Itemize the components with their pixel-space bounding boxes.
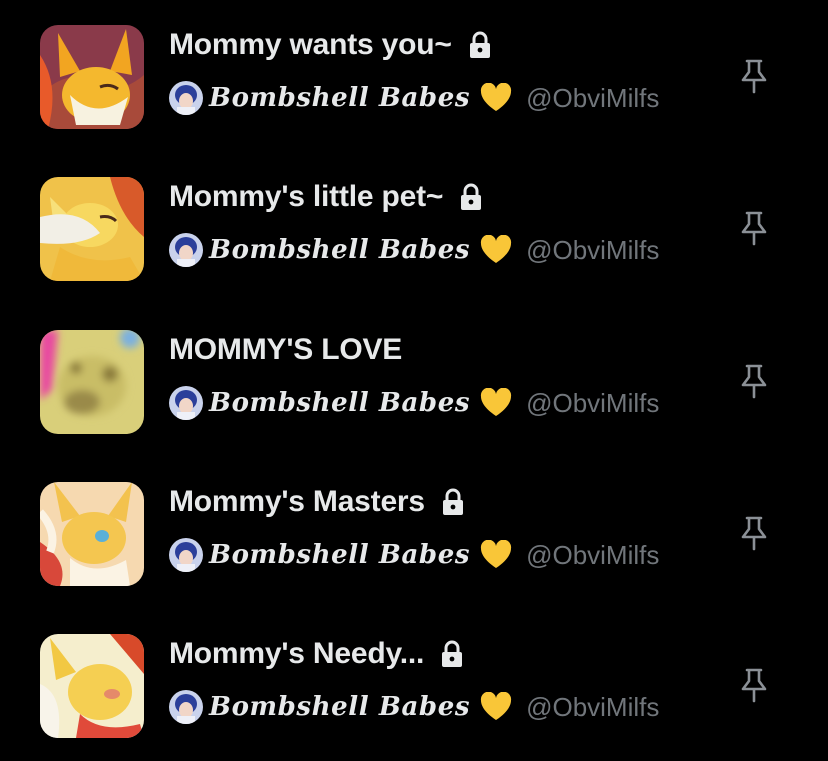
list-owner-line: 𝑩𝒐𝒎𝒃𝒔𝒉𝒆𝒍𝒍 𝑩𝒂𝒃𝒆𝒔 @ObviMilfs (169, 385, 659, 421)
avatar[interactable] (169, 386, 203, 420)
list-thumbnail (40, 482, 144, 586)
list-owner-line: 𝑩𝒐𝒎𝒃𝒔𝒉𝒆𝒍𝒍 𝑩𝒂𝒃𝒆𝒔 @ObviMilfs (169, 689, 659, 725)
owner-name[interactable]: 𝑩𝒐𝒎𝒃𝒔𝒉𝒆𝒍𝒍 𝑩𝒂𝒃𝒆𝒔 (209, 540, 470, 570)
yellow-heart-icon (481, 692, 512, 720)
owner-name[interactable]: 𝑩𝒐𝒎𝒃𝒔𝒉𝒆𝒍𝒍 𝑩𝒂𝒃𝒆𝒔 (209, 83, 470, 113)
list-owner-line: 𝑩𝒐𝒎𝒃𝒔𝒉𝒆𝒍𝒍 𝑩𝒂𝒃𝒆𝒔 @ObviMilfs (169, 232, 659, 268)
list-thumbnail (40, 634, 144, 738)
owner-handle[interactable]: @ObviMilfs (526, 235, 659, 266)
yellow-heart-icon (481, 388, 512, 416)
list-owner-line: 𝑩𝒐𝒎𝒃𝒔𝒉𝒆𝒍𝒍 𝑩𝒂𝒃𝒆𝒔 @ObviMilfs (169, 537, 659, 573)
yellow-heart-icon (481, 540, 512, 568)
list-title[interactable]: MOMMY'S LOVE (169, 333, 402, 367)
list-thumbnail (40, 330, 144, 434)
avatar[interactable] (169, 233, 203, 267)
list-title-line: MOMMY'S LOVE (169, 331, 402, 369)
lock-icon (442, 640, 463, 667)
owner-handle[interactable]: @ObviMilfs (526, 540, 659, 571)
list-item[interactable]: Mommy wants you~ 𝑩𝒐𝒎𝒃𝒔𝒉𝒆𝒍𝒍 𝑩𝒂𝒃𝒆𝒔 @ObviMi… (0, 0, 828, 152)
lock-icon (469, 31, 490, 58)
list-title[interactable]: Mommy's Needy... (169, 637, 424, 671)
owner-name[interactable]: 𝑩𝒐𝒎𝒃𝒔𝒉𝒆𝒍𝒍 𝑩𝒂𝒃𝒆𝒔 (209, 388, 470, 418)
list-item[interactable]: MOMMY'S LOVE 𝑩𝒐𝒎𝒃𝒔𝒉𝒆𝒍𝒍 𝑩𝒂𝒃𝒆𝒔 @ObviMilfs (0, 305, 828, 457)
list-title-line: Mommy's little pet~ (169, 178, 483, 216)
avatar[interactable] (169, 690, 203, 724)
owner-handle[interactable]: @ObviMilfs (526, 692, 659, 723)
pin-icon[interactable] (738, 515, 770, 551)
yellow-heart-icon (481, 83, 512, 111)
list-thumbnail (40, 177, 144, 281)
list-item[interactable]: Mommy's Needy... 𝑩𝒐𝒎𝒃𝒔𝒉𝒆𝒍𝒍 𝑩𝒂𝒃𝒆𝒔 @ObviMi… (0, 609, 828, 761)
lock-icon (442, 488, 463, 515)
pin-icon[interactable] (738, 667, 770, 703)
owner-name[interactable]: 𝑩𝒐𝒎𝒃𝒔𝒉𝒆𝒍𝒍 𝑩𝒂𝒃𝒆𝒔 (209, 692, 470, 722)
list-item[interactable]: Mommy's Masters 𝑩𝒐𝒎𝒃𝒔𝒉𝒆𝒍𝒍 𝑩𝒂𝒃𝒆𝒔 @ObviMil… (0, 457, 828, 609)
owner-handle[interactable]: @ObviMilfs (526, 388, 659, 419)
avatar[interactable] (169, 538, 203, 572)
list-title[interactable]: Mommy's Masters (169, 485, 425, 519)
owner-name[interactable]: 𝑩𝒐𝒎𝒃𝒔𝒉𝒆𝒍𝒍 𝑩𝒂𝒃𝒆𝒔 (209, 235, 470, 265)
pin-icon[interactable] (738, 58, 770, 94)
list-title[interactable]: Mommy's little pet~ (169, 180, 443, 214)
list-item[interactable]: Mommy's little pet~ 𝑩𝒐𝒎𝒃𝒔𝒉𝒆𝒍𝒍 𝑩𝒂𝒃𝒆𝒔 @Obv… (0, 152, 828, 304)
list-thumbnail (40, 25, 144, 129)
pin-icon[interactable] (738, 363, 770, 399)
list-title[interactable]: Mommy wants you~ (169, 28, 452, 62)
avatar[interactable] (169, 81, 203, 115)
list-title-line: Mommy's Masters (169, 483, 465, 521)
list-owner-line: 𝑩𝒐𝒎𝒃𝒔𝒉𝒆𝒍𝒍 𝑩𝒂𝒃𝒆𝒔 @ObviMilfs (169, 80, 659, 116)
list-title-line: Mommy wants you~ (169, 26, 492, 64)
owner-handle[interactable]: @ObviMilfs (526, 83, 659, 114)
list-title-line: Mommy's Needy... (169, 635, 464, 673)
pin-icon[interactable] (738, 210, 770, 246)
yellow-heart-icon (481, 235, 512, 263)
lock-icon (461, 183, 482, 210)
lists-container: Mommy wants you~ 𝑩𝒐𝒎𝒃𝒔𝒉𝒆𝒍𝒍 𝑩𝒂𝒃𝒆𝒔 @ObviMi… (0, 0, 828, 761)
